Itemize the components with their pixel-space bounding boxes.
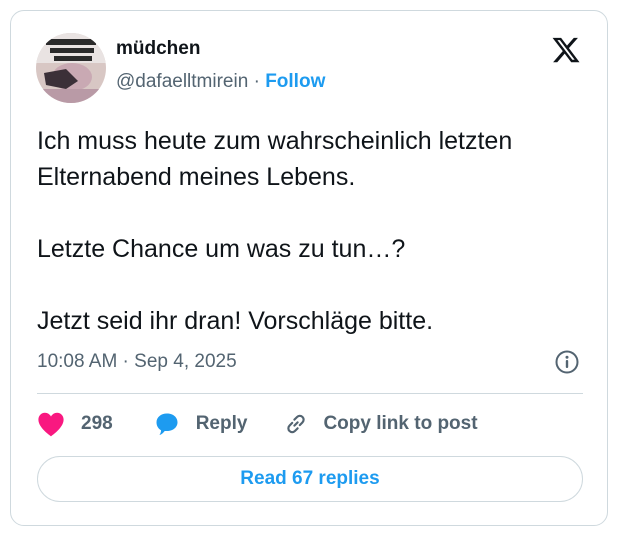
user-handle[interactable]: @dafaelltmirein <box>116 71 248 92</box>
divider <box>37 393 583 394</box>
link-icon <box>283 411 309 437</box>
tweet-paragraph: Ich muss heute zum wahrscheinlich letzte… <box>37 127 513 191</box>
display-name[interactable]: müdchen <box>116 38 200 60</box>
like-count: 298 <box>81 413 113 434</box>
action-bar: 298 Reply Copy link to post <box>37 409 478 439</box>
tweet-card: müdchen @dafaelltmirein · Follow Ich mus… <box>10 10 608 526</box>
follow-button[interactable]: Follow <box>265 71 325 92</box>
heart-icon <box>37 411 65 437</box>
handle-row: @dafaelltmirein · Follow <box>116 71 325 93</box>
reply-action[interactable]: Reply <box>153 410 248 438</box>
copy-link-label: Copy link to post <box>323 413 478 434</box>
timestamp-link[interactable]: 10:08 AM · Sep 4, 2025 <box>37 351 237 373</box>
like-action[interactable]: 298 <box>37 411 113 437</box>
speech-bubble-icon <box>153 410 181 438</box>
tweet-paragraph: Jetzt seid ihr dran! Vorschläge bitte. <box>37 307 434 335</box>
avatar[interactable] <box>36 33 106 103</box>
separator-dot: · <box>253 71 260 92</box>
info-icon[interactable] <box>554 349 580 375</box>
tweet-text: Ich muss heute zum wahrscheinlich letzte… <box>37 123 577 339</box>
copy-link-action[interactable]: Copy link to post <box>283 411 478 437</box>
tweet-paragraph: Letzte Chance um was zu tun…? <box>37 235 406 263</box>
x-logo-icon[interactable] <box>551 35 581 65</box>
read-replies-button[interactable]: Read 67 replies <box>37 456 583 502</box>
reply-label: Reply <box>195 413 248 434</box>
